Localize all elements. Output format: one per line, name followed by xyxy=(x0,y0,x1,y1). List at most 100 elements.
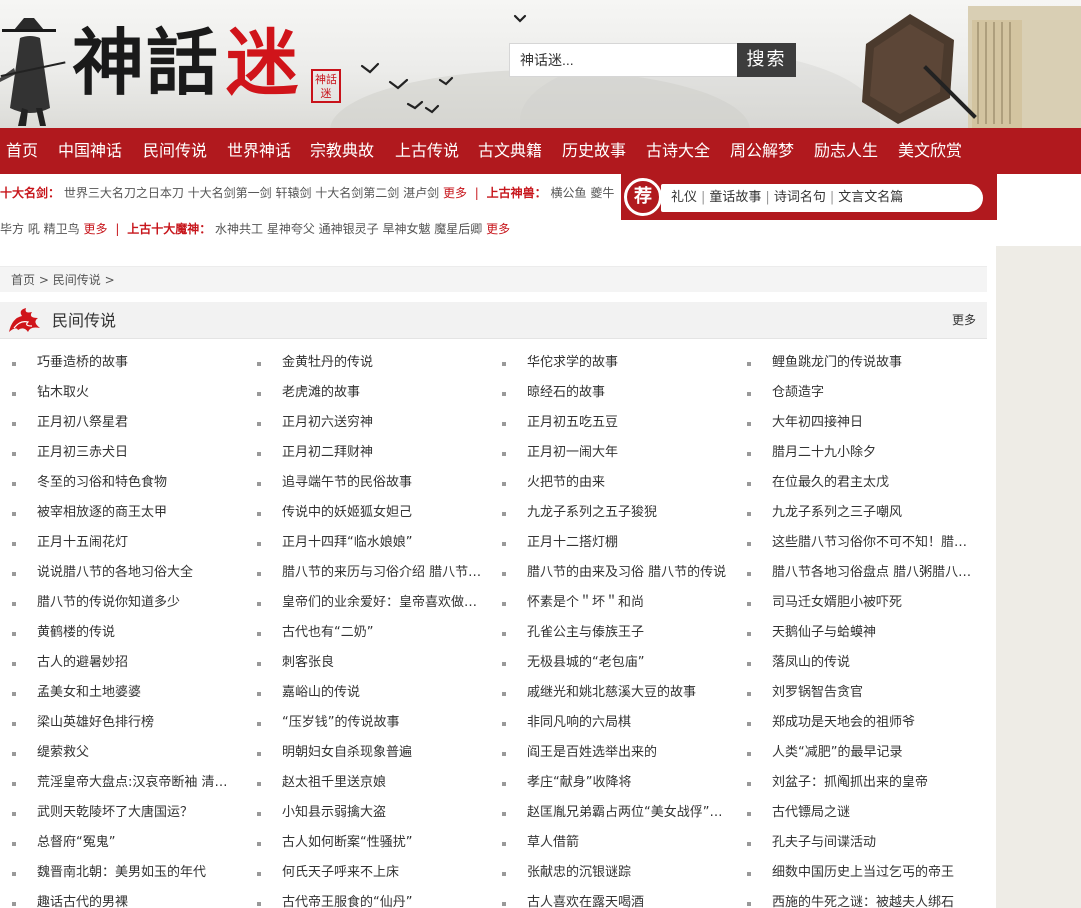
story-link[interactable]: 何氏天子呼来不上床 xyxy=(282,858,497,888)
story-link[interactable]: 阎王是百姓选举出来的 xyxy=(527,738,742,768)
beasts-links-continued[interactable]: 毕方 吼 精卫鸟 xyxy=(0,222,80,236)
search-button[interactable]: 搜索 xyxy=(737,43,796,77)
breadcrumb-home[interactable]: 首页 xyxy=(11,273,35,287)
story-link[interactable]: 古代也有“二奶” xyxy=(282,618,497,648)
story-link[interactable]: 司马迁女婿胆小被吓死 xyxy=(772,588,987,618)
story-link[interactable]: 武则天乾陵坏了大唐国运？ xyxy=(37,798,252,828)
nav-item-folk-legend[interactable]: 民间传说 xyxy=(143,128,207,174)
story-link[interactable]: 草人借箭 xyxy=(527,828,742,858)
story-link[interactable]: 正月十五闹花灯 xyxy=(37,528,252,558)
story-link[interactable]: 古代镖局之谜 xyxy=(772,798,987,828)
story-link[interactable]: 无极县城的“老包庙” xyxy=(527,648,742,678)
story-link[interactable]: 钻木取火 xyxy=(37,378,252,408)
story-link[interactable]: 小知县示弱擒大盗 xyxy=(282,798,497,828)
beasts-links[interactable]: 横公鱼 夔牛 xyxy=(551,186,615,200)
story-link[interactable]: 梁山英雄好色排行榜 xyxy=(37,708,252,738)
demon-gods-more-link[interactable]: 更多 xyxy=(486,222,510,236)
story-link[interactable]: 老虎滩的故事 xyxy=(282,378,497,408)
story-link[interactable]: 西施的牛死之谜：被越夫人绑石 xyxy=(772,888,987,908)
nav-item-world-myth[interactable]: 世界神话 xyxy=(227,128,291,174)
story-link[interactable]: 刘罗锅智告贪官 xyxy=(772,678,987,708)
nav-item-prose[interactable]: 美文欣赏 xyxy=(898,128,962,174)
story-link[interactable]: 晾经石的故事 xyxy=(527,378,742,408)
story-link[interactable]: 天鹅仙子与蛤蟆神 xyxy=(772,618,987,648)
story-link[interactable]: 郑成功是天地会的祖师爷 xyxy=(772,708,987,738)
story-link[interactable]: 腊八节的传说你知道多少 xyxy=(37,588,252,618)
recommend-link[interactable]: 童话故事 xyxy=(709,190,761,205)
story-link[interactable]: 追寻端午节的民俗故事 xyxy=(282,468,497,498)
story-link[interactable]: 细数中国历史上当过乞丐的帝王 xyxy=(772,858,987,888)
story-link[interactable]: 孟美女和土地婆婆 xyxy=(37,678,252,708)
nav-item-poems[interactable]: 古诗大全 xyxy=(646,128,710,174)
demon-gods-links[interactable]: 水神共工 星神夸父 通神银灵子 旱神女魃 魔星后卿 xyxy=(215,222,482,236)
nav-item-religion[interactable]: 宗教典故 xyxy=(310,128,374,174)
story-link[interactable]: 荒淫皇帝大盘点:汉哀帝断袖 清… xyxy=(37,768,252,798)
story-link[interactable]: 魏晋南北朝：美男如玉的年代 xyxy=(37,858,252,888)
story-link[interactable]: 非同凡响的六局棋 xyxy=(527,708,742,738)
breadcrumb-current[interactable]: 民间传说 xyxy=(53,273,101,287)
swords-links[interactable]: 世界三大名刀之日本刀 十大名剑第一剑 轩辕剑 十大名剑第二剑 湛卢剑 xyxy=(64,186,439,200)
story-link[interactable]: 孝庄“献身”收降将 xyxy=(527,768,742,798)
section-more-link[interactable]: 更多 xyxy=(952,302,976,339)
story-link[interactable]: 大年初四接神日 xyxy=(772,408,987,438)
story-link[interactable]: 皇帝们的业余爱好：皇帝喜欢做… xyxy=(282,588,497,618)
story-link[interactable]: 腊八节的由来及习俗 腊八节的传说 xyxy=(527,558,742,588)
story-link[interactable]: 腊八节各地习俗盘点 腊八粥腊八… xyxy=(772,558,987,588)
story-link[interactable]: 赵匡胤兄弟霸占两位“美女战俘”… xyxy=(527,798,742,828)
story-link[interactable]: 张献忠的沉银谜踪 xyxy=(527,858,742,888)
story-link[interactable]: 火把节的由来 xyxy=(527,468,742,498)
story-link[interactable]: 这些腊八节习俗你不可不知！腊… xyxy=(772,528,987,558)
story-link[interactable]: 古人喜欢在露天喝酒 xyxy=(527,888,742,908)
recommend-link[interactable]: 文言文名篇 xyxy=(838,190,903,205)
story-link[interactable]: 缇萦救父 xyxy=(37,738,252,768)
recommend-link[interactable]: 礼仪 xyxy=(671,190,697,205)
story-link[interactable]: 古人如何断案“性骚扰” xyxy=(282,828,497,858)
story-link[interactable]: 正月初三赤犬日 xyxy=(37,438,252,468)
story-link[interactable]: 刘盆子：抓阄抓出来的皇帝 xyxy=(772,768,987,798)
story-link[interactable]: 正月初二拜财神 xyxy=(282,438,497,468)
story-link[interactable]: 古代帝王服食的“仙丹” xyxy=(282,888,497,908)
story-link[interactable]: 正月初一闹大年 xyxy=(527,438,742,468)
nav-item-ancient-legend[interactable]: 上古传说 xyxy=(395,128,459,174)
story-link[interactable]: 巧垂造桥的故事 xyxy=(37,348,252,378)
story-link[interactable]: 华佗求学的故事 xyxy=(527,348,742,378)
nav-item-dream[interactable]: 周公解梦 xyxy=(730,128,794,174)
swords-more-link[interactable]: 更多 xyxy=(443,186,467,200)
story-link[interactable]: 嘉峪山的传说 xyxy=(282,678,497,708)
story-link[interactable]: 孔雀公主与傣族王子 xyxy=(527,618,742,648)
story-link[interactable]: 腊八节的来历与习俗介绍 腊八节… xyxy=(282,558,497,588)
story-link[interactable]: 正月初八祭星君 xyxy=(37,408,252,438)
story-link[interactable]: “压岁钱”的传说故事 xyxy=(282,708,497,738)
story-link[interactable]: 怀素是个＂坏＂和尚 xyxy=(527,588,742,618)
recommend-link[interactable]: 诗词名句 xyxy=(774,190,826,205)
nav-item-classics[interactable]: 古文典籍 xyxy=(478,128,542,174)
story-link[interactable]: 戚继光和姚北慈溪大豆的故事 xyxy=(527,678,742,708)
story-link[interactable]: 腊月二十九小除夕 xyxy=(772,438,987,468)
nav-item-home[interactable]: 首页 xyxy=(6,128,38,174)
story-link[interactable]: 正月十二搭灯棚 xyxy=(527,528,742,558)
story-link[interactable]: 被宰相放逐的商王太甲 xyxy=(37,498,252,528)
story-link[interactable]: 九龙子系列之三子嘲风 xyxy=(772,498,987,528)
story-link[interactable]: 仓颉造字 xyxy=(772,378,987,408)
story-link[interactable]: 明朝妇女自杀现象普遍 xyxy=(282,738,497,768)
story-link[interactable]: 鲤鱼跳龙门的传说故事 xyxy=(772,348,987,378)
story-link[interactable]: 黄鹤楼的传说 xyxy=(37,618,252,648)
story-link[interactable]: 赵太祖千里送京娘 xyxy=(282,768,497,798)
story-link[interactable]: 九龙子系列之五子狻猊 xyxy=(527,498,742,528)
story-link[interactable]: 金黄牡丹的传说 xyxy=(282,348,497,378)
story-link[interactable]: 刺客张良 xyxy=(282,648,497,678)
story-link[interactable]: 古人的避暑妙招 xyxy=(37,648,252,678)
story-link[interactable]: 传说中的妖姬狐女妲己 xyxy=(282,498,497,528)
nav-item-inspiration[interactable]: 励志人生 xyxy=(814,128,878,174)
search-input[interactable] xyxy=(509,43,738,77)
story-link[interactable]: 在位最久的君主太戊 xyxy=(772,468,987,498)
beasts-more-link[interactable]: 更多 xyxy=(83,222,107,236)
story-link[interactable]: 说说腊八节的各地习俗大全 xyxy=(37,558,252,588)
story-link[interactable]: 总督府“冤鬼” xyxy=(37,828,252,858)
nav-item-history[interactable]: 历史故事 xyxy=(562,128,626,174)
story-link[interactable]: 人类“减肥”的最早记录 xyxy=(772,738,987,768)
story-link[interactable]: 冬至的习俗和特色食物 xyxy=(37,468,252,498)
story-link[interactable]: 正月初五吃五豆 xyxy=(527,408,742,438)
nav-item-chinese-myth[interactable]: 中国神话 xyxy=(58,128,122,174)
story-link[interactable]: 趣话古代的男裸 xyxy=(37,888,252,908)
